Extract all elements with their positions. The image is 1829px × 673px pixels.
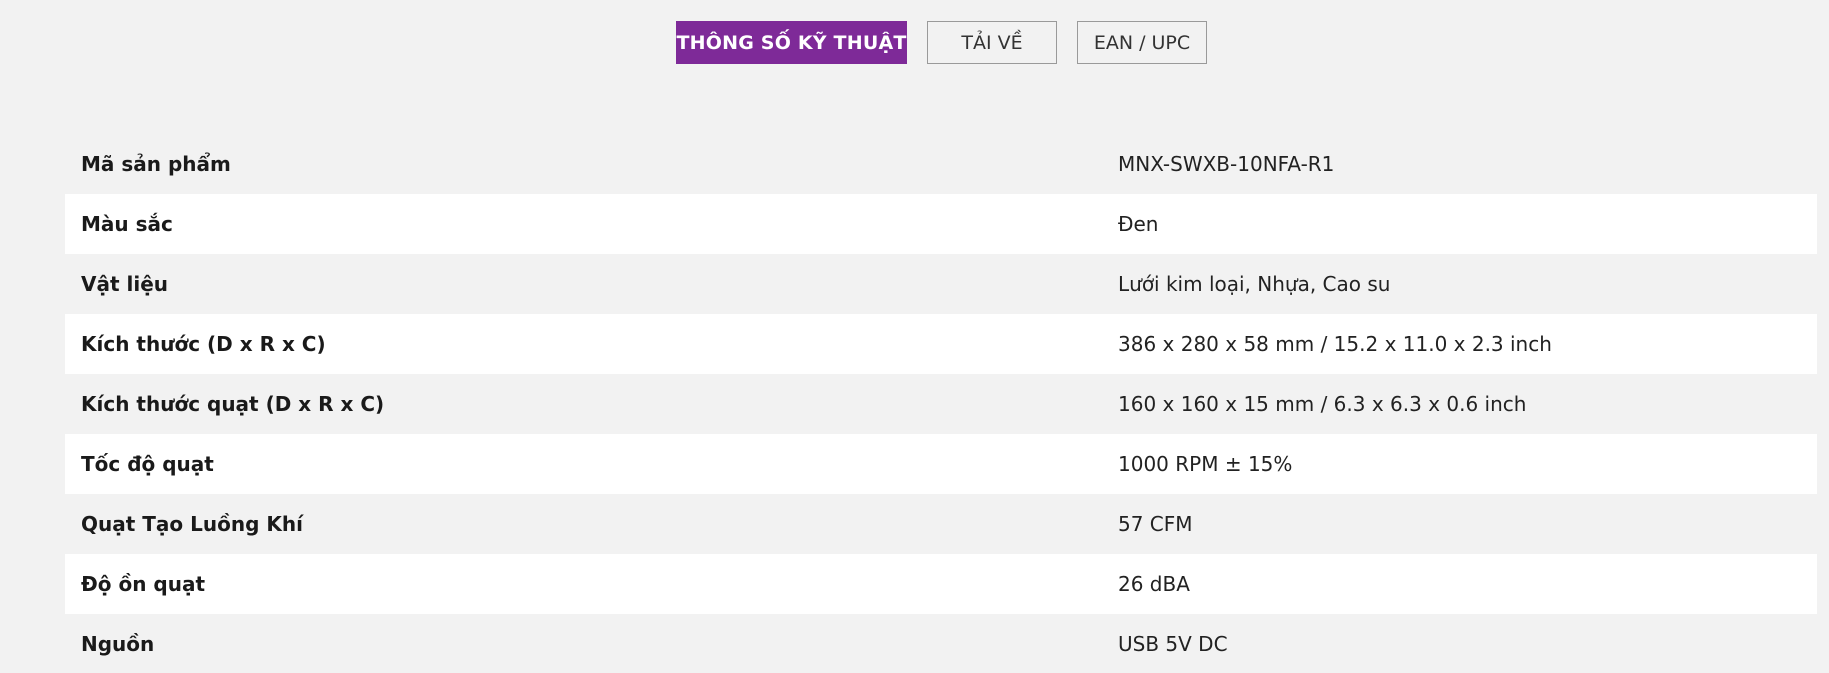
spec-table: Mã sản phẩm MNX-SWXB-10NFA-R1 Màu sắc Đe… [65, 134, 1817, 673]
spec-label: Tốc độ quạt [81, 452, 214, 476]
table-row: Nguồn USB 5V DC [65, 614, 1817, 673]
table-row: Vật liệu Lưới kim loại, Nhựa, Cao su [65, 254, 1817, 314]
spec-label: Nguồn [81, 632, 155, 656]
spec-label: Kích thước (D x R x C) [81, 332, 326, 356]
spec-value: Lưới kim loại, Nhựa, Cao su [1118, 272, 1391, 296]
spec-label: Kích thước quạt (D x R x C) [81, 392, 385, 416]
spec-value: USB 5V DC [1118, 632, 1228, 656]
table-row: Tốc độ quạt 1000 RPM ± 15% [65, 434, 1817, 494]
spec-value: 57 CFM [1118, 512, 1193, 536]
table-row: Quạt Tạo Luồng Khí 57 CFM [65, 494, 1817, 554]
spec-label: Mã sản phẩm [81, 152, 231, 176]
tab-download[interactable]: TẢI VỀ [927, 21, 1057, 64]
tab-ean-upc[interactable]: EAN / UPC [1077, 21, 1207, 64]
spec-label: Màu sắc [81, 212, 173, 236]
spec-value: MNX-SWXB-10NFA-R1 [1118, 152, 1335, 176]
spec-label: Vật liệu [81, 272, 169, 296]
table-row: Độ ồn quạt 26 dBA [65, 554, 1817, 614]
spec-value: 386 x 280 x 58 mm / 15.2 x 11.0 x 2.3 in… [1118, 332, 1552, 356]
spec-value: 26 dBA [1118, 572, 1190, 596]
spec-label: Độ ồn quạt [81, 572, 206, 596]
table-row: Mã sản phẩm MNX-SWXB-10NFA-R1 [65, 134, 1817, 194]
spec-label: Quạt Tạo Luồng Khí [81, 512, 303, 536]
table-row: Kích thước (D x R x C) 386 x 280 x 58 mm… [65, 314, 1817, 374]
table-row: Kích thước quạt (D x R x C) 160 x 160 x … [65, 374, 1817, 434]
product-specs-page: THÔNG SỐ KỸ THUẬT TẢI VỀ EAN / UPC Mã sả… [0, 0, 1829, 673]
spec-value: Đen [1118, 212, 1159, 236]
table-row: Màu sắc Đen [65, 194, 1817, 254]
spec-value: 1000 RPM ± 15% [1118, 452, 1293, 476]
spec-tabs: THÔNG SỐ KỸ THUẬT TẢI VỀ EAN / UPC [0, 21, 1829, 64]
tab-specifications[interactable]: THÔNG SỐ KỸ THUẬT [676, 21, 907, 64]
spec-value: 160 x 160 x 15 mm / 6.3 x 6.3 x 0.6 inch [1118, 392, 1527, 416]
